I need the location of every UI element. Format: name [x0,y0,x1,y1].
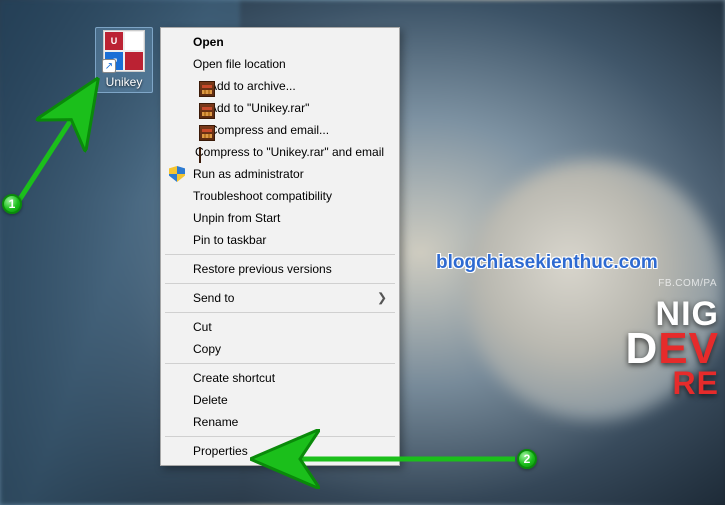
annotation-arrow-2 [0,0,725,505]
annotation-badge-2: 2 [517,449,537,469]
